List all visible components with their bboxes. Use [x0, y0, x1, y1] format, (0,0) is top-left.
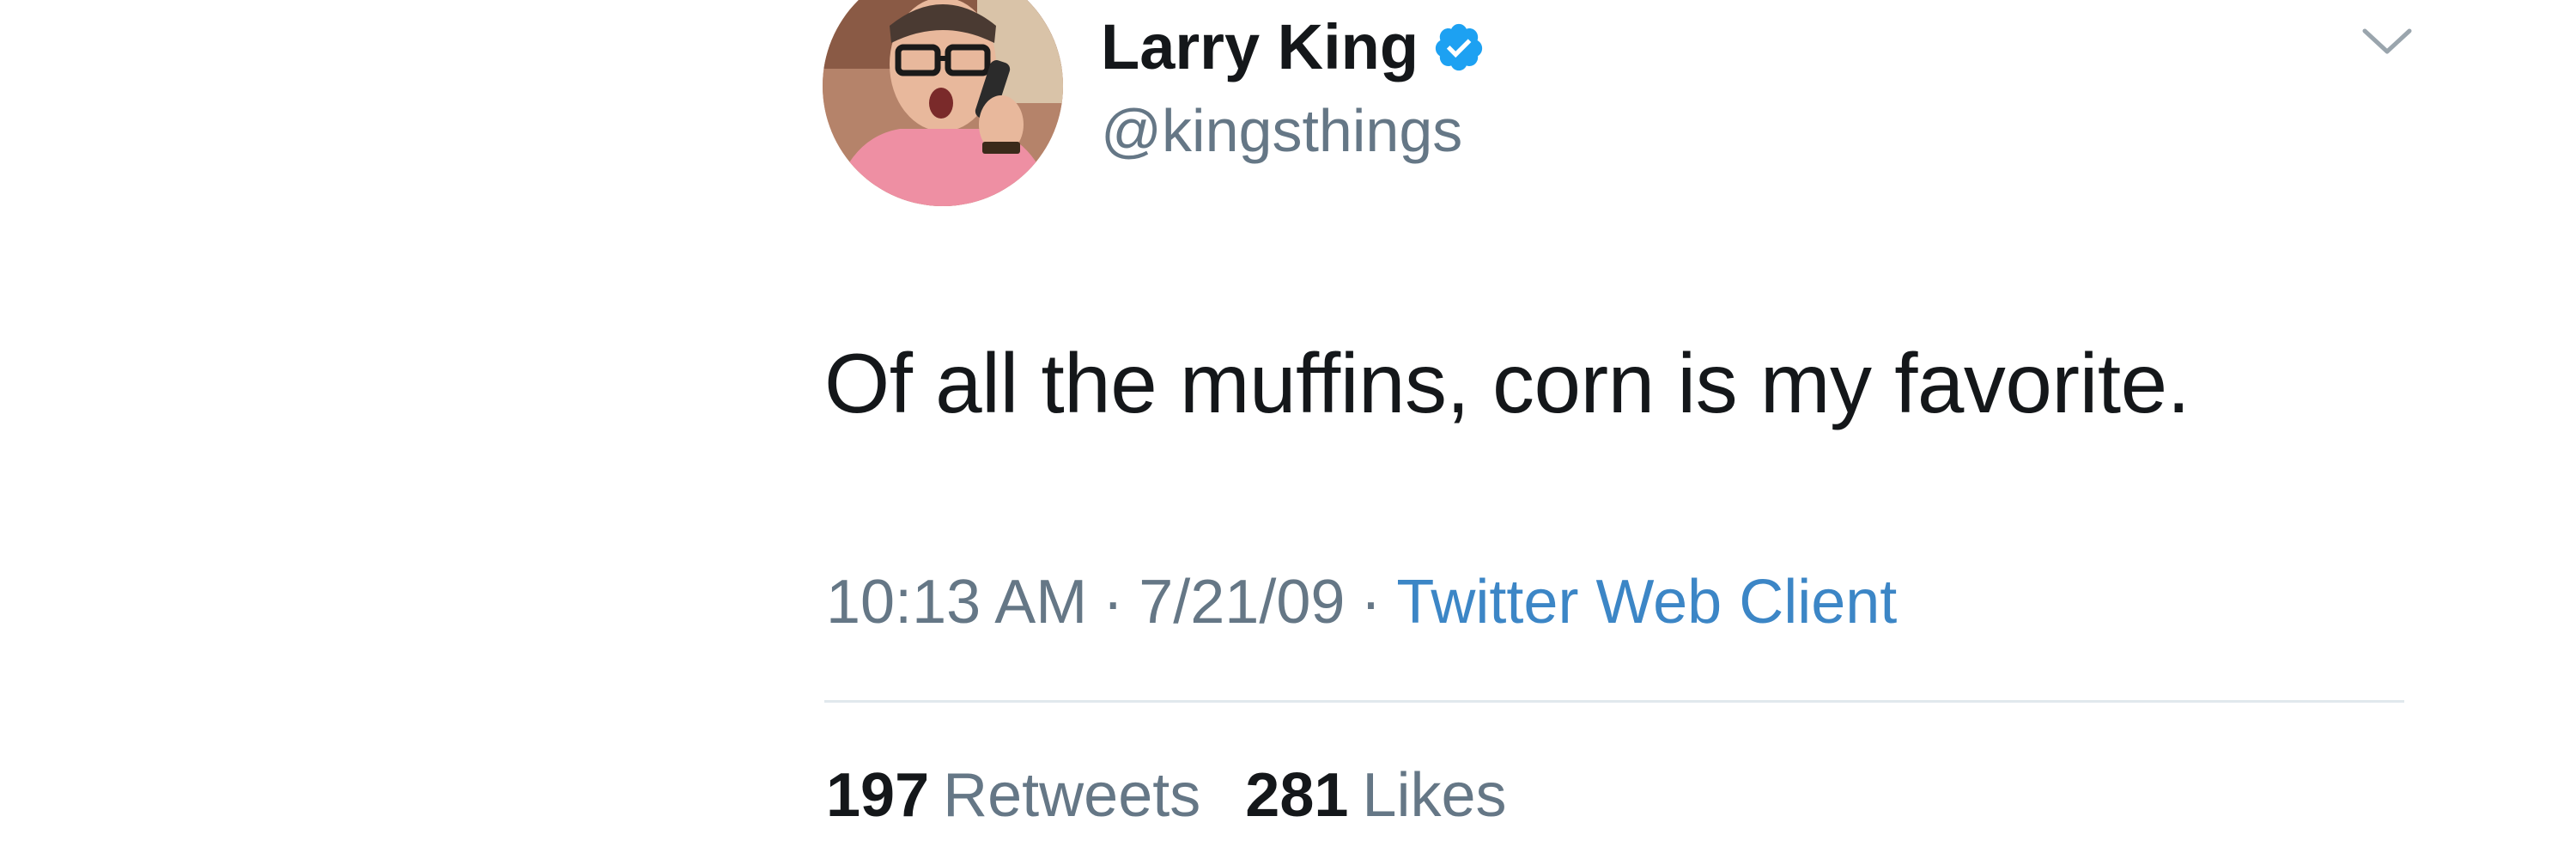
avatar-photo-icon: [823, 0, 1063, 206]
tweet-text: Of all the muffins, corn is my favorite.: [824, 336, 2190, 430]
meta-separator: ·: [1360, 568, 1382, 637]
divider: [824, 700, 2404, 703]
tweet-date[interactable]: 7/21/09: [1139, 568, 1345, 637]
retweets-count: 197: [826, 761, 930, 830]
likes-label: Likes: [1362, 761, 1507, 830]
author-display-name[interactable]: Larry King: [1101, 10, 1419, 83]
chevron-down-icon: [2362, 28, 2412, 54]
meta-separator: ·: [1103, 568, 1124, 637]
verified-badge-icon: [1435, 23, 1483, 70]
tweet-menu-button[interactable]: [2353, 17, 2421, 69]
likes-stat[interactable]: 281 Likes: [1245, 760, 1506, 831]
avatar[interactable]: [823, 0, 1063, 206]
author-handle[interactable]: @kingsthings: [1101, 96, 1462, 165]
tweet-stats: 197 Retweets 281 Likes: [826, 760, 1507, 831]
tweet-metadata: 10:13 AM · 7/21/09 · Twitter Web Client: [826, 567, 1897, 637]
retweets-label: Retweets: [943, 761, 1201, 830]
tweet-time[interactable]: 10:13 AM: [826, 568, 1087, 637]
likes-count: 281: [1245, 761, 1349, 830]
tweet-card: Larry King @kingsthings Of all the muffi…: [0, 0, 2576, 859]
tweet-source-link[interactable]: Twitter Web Client: [1396, 568, 1897, 637]
author-name-row[interactable]: Larry King: [1101, 10, 1485, 83]
retweets-stat[interactable]: 197 Retweets: [826, 760, 1200, 831]
